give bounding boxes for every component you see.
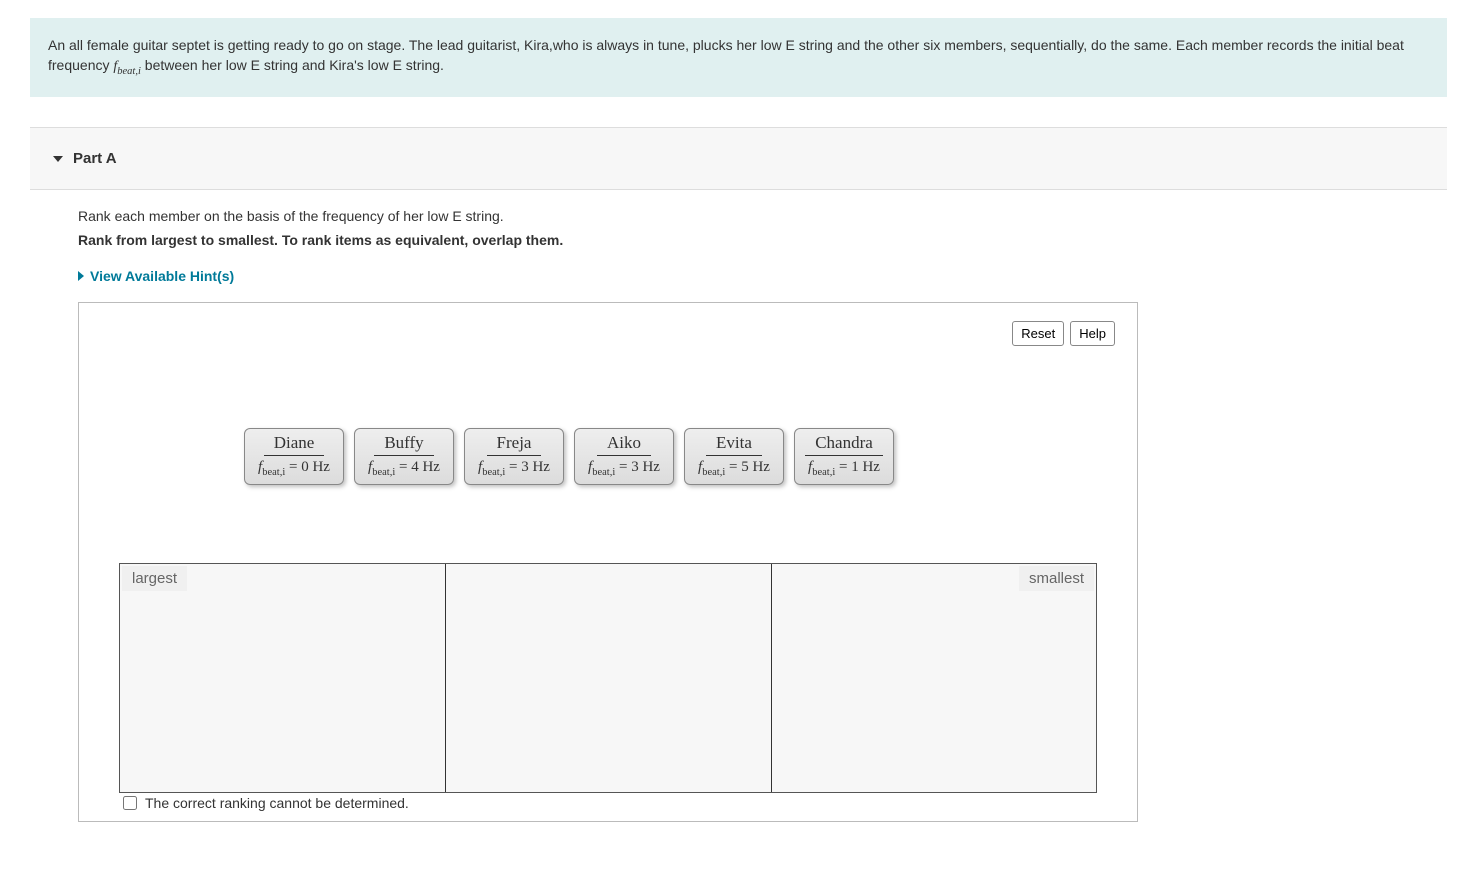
hints-label: View Available Hint(s)	[90, 268, 234, 284]
smallest-label: smallest	[1019, 566, 1094, 591]
divider	[771, 564, 772, 792]
instruction-line-1: Rank each member on the basis of the fre…	[78, 208, 1447, 224]
widget-toolbar: Reset Help	[1012, 321, 1115, 346]
reset-button[interactable]: Reset	[1012, 321, 1064, 346]
cannot-determine-label: The correct ranking cannot be determined…	[145, 795, 409, 811]
cannot-determine-checkbox[interactable]	[123, 796, 137, 810]
rank-item-chandra[interactable]: Chandra fbeat,i = 1 Hz	[794, 428, 894, 485]
ranking-drop-zone[interactable]: largest smallest	[119, 563, 1097, 793]
instruction-line-2: Rank from largest to smallest. To rank i…	[78, 232, 1447, 248]
rank-item-buffy[interactable]: Buffy fbeat,i = 4 Hz	[354, 428, 454, 485]
chevron-right-icon	[78, 271, 84, 281]
part-body: Rank each member on the basis of the fre…	[0, 190, 1477, 822]
chevron-down-icon	[53, 156, 63, 162]
largest-label: largest	[122, 566, 187, 591]
rank-item-freja[interactable]: Freja fbeat,i = 3 Hz	[464, 428, 564, 485]
problem-intro: An all female guitar septet is getting r…	[30, 18, 1447, 97]
rank-item-aiko[interactable]: Aiko fbeat,i = 3 Hz	[574, 428, 674, 485]
view-hints-link[interactable]: View Available Hint(s)	[78, 268, 234, 284]
rank-item-evita[interactable]: Evita fbeat,i = 5 Hz	[684, 428, 784, 485]
fbeat-symbol: fbeat,i	[113, 59, 141, 74]
part-a-header[interactable]: Part A	[30, 127, 1447, 190]
cannot-determine-row[interactable]: The correct ranking cannot be determined…	[123, 795, 409, 811]
help-button[interactable]: Help	[1070, 321, 1115, 346]
part-label: Part A	[73, 150, 117, 167]
divider	[445, 564, 446, 792]
items-pool: Diane fbeat,i = 0 Hz Buffy fbeat,i = 4 H…	[244, 428, 894, 485]
rank-item-diane[interactable]: Diane fbeat,i = 0 Hz	[244, 428, 344, 485]
intro-text-after: between her low E string and Kira's low …	[141, 57, 444, 73]
ranking-widget: Reset Help Diane fbeat,i = 0 Hz Buffy fb…	[78, 302, 1138, 822]
